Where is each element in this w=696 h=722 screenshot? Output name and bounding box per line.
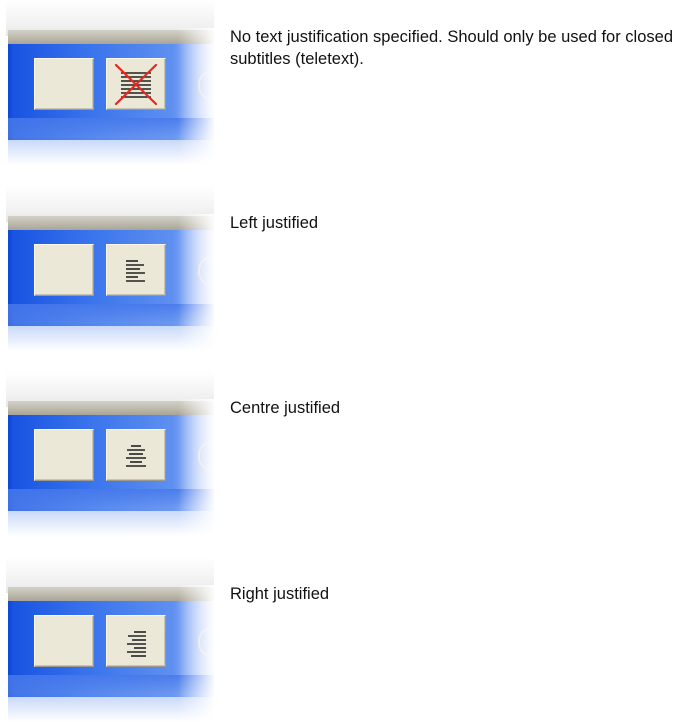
justification-description: Centre justified [230, 399, 341, 417]
toolbar-screenshot [0, 0, 214, 165]
toolbar-screenshot [0, 557, 214, 722]
align-right-button[interactable] [106, 615, 166, 667]
justification-entry-none: No text justification specified. Should … [0, 0, 696, 165]
justification-entry-left: Left justified [0, 186, 696, 351]
no-justification-icon [114, 63, 158, 106]
justification-description: Right justified [230, 585, 330, 603]
blank-button[interactable] [34, 58, 94, 110]
align-left-button[interactable] [106, 244, 166, 296]
justification-entry-right: Right justified [0, 557, 696, 722]
blank-button[interactable] [34, 429, 94, 481]
align-center-button[interactable] [106, 429, 166, 481]
justification-entry-centre: Centre justified [0, 371, 696, 536]
blank-button[interactable] [34, 615, 94, 667]
justification-description: No text justification specified. Should … [230, 28, 674, 68]
toolbar-screenshot [0, 371, 214, 536]
align-left-icon [126, 260, 145, 282]
blank-button[interactable] [34, 244, 94, 296]
justification-description: Left justified [230, 214, 319, 232]
align-right-icon [127, 631, 146, 657]
no-justification-button[interactable] [106, 58, 166, 110]
toolbar-screenshot [0, 186, 214, 351]
align-center-icon [126, 445, 146, 467]
